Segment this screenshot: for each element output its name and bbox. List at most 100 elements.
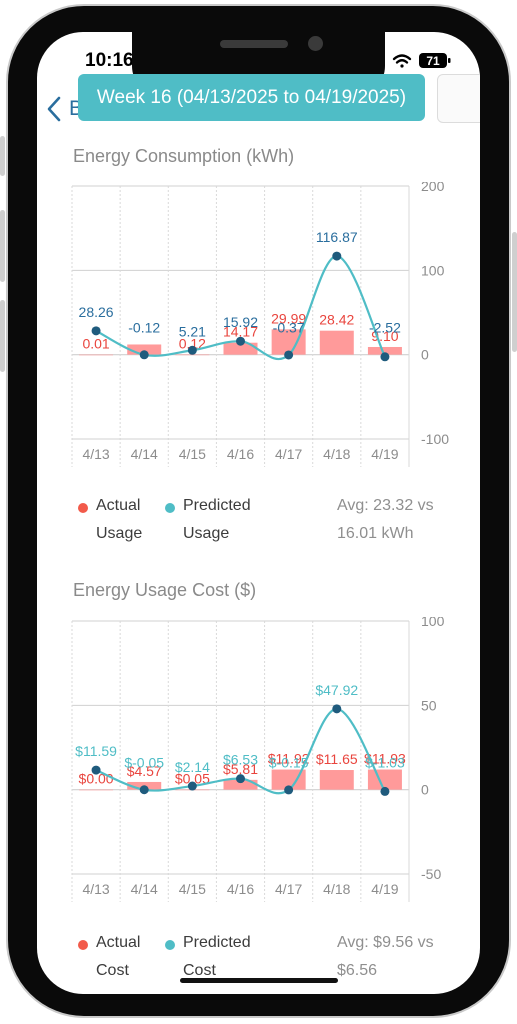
actual-legend-label: Actual Usage [96,492,142,548]
predicted-value-label: $6.53 [223,752,258,768]
x-tick-label: 4/19 [371,881,398,897]
x-tick-label: 4/17 [275,446,302,462]
power-button [512,232,517,352]
predicted-point [91,326,101,336]
cost-average: Avg: $9.56 vs $6.56 [337,929,434,985]
actual-legend-line1: Actual [96,497,141,514]
consumption-average: Avg: 23.32 vs 16.01 kWh [337,492,434,548]
cost-chart-title: Energy Usage Cost ($) [73,580,257,600]
energy-cost-chart: 100500-50$0.00 $4.57 $0.05$5.81$11.92 $11.6… [71,617,445,902]
consumption-legend: Actual Usage Predicted Usage Avg: 23.32 … [73,492,473,552]
volume-down-button [0,300,5,372]
predicted-value-label: -2.52 [369,320,401,336]
actual-value-label: 0.01 [82,336,109,352]
cost-average-line1: Avg: $9.56 vs [337,934,434,951]
x-tick-label: 4/14 [131,881,158,897]
x-tick-label: 4/18 [323,446,350,462]
actual-cost-legend-line1: Actual [96,934,141,951]
actual-bar [319,330,354,355]
actual-legend-line2: Usage [96,525,143,542]
cost-average-line2: $6.56 [337,962,378,979]
predicted-value-label: -0.37 [273,320,305,336]
predicted-value-label: 116.87 [316,229,358,245]
actual-value-label: $11.65 [316,751,358,767]
week-selector-banner[interactable]: Week 16 (04/13/2025 to 04/19/2025) [78,74,425,121]
predicted-legend-label: Predicted Usage [183,492,251,548]
predicted-value-label: $2.14 [175,759,210,775]
predicted-point [380,352,390,362]
x-tick-label: 4/15 [179,446,206,462]
y-tick-label: 100 [421,617,445,629]
predicted-point [284,350,294,360]
speaker-grille [220,40,288,48]
energy-consumption-chart: 2001000-1000.01 0.1214.1729.99 28.429.1028… [71,182,449,467]
x-tick-label: 4/16 [227,881,254,897]
next-week-tab[interactable] [437,74,480,123]
volume-up-button [0,210,5,282]
predicted-point [332,704,342,714]
predicted-value-label: $-0.05 [124,755,164,771]
actual-bar [319,770,354,790]
x-tick-label: 4/19 [371,446,398,462]
battery-level: 71 [426,54,440,68]
actual-bar [79,789,114,791]
predicted-cost-legend-line1: Predicted [183,934,251,951]
predicted-point [187,345,197,355]
predicted-point [332,251,342,261]
y-tick-label: -50 [421,866,441,882]
silent-switch [0,136,5,176]
actual-cost-legend-dot [78,940,88,950]
predicted-value-label: $11.59 [75,743,117,759]
battery-icon: 71 [419,53,451,68]
predicted-point [236,774,245,784]
predicted-point [187,781,197,791]
actual-legend-dot [78,503,88,513]
predicted-value-label: $47.92 [315,682,358,698]
y-tick-label: 0 [421,347,429,363]
x-tick-label: 4/13 [82,881,109,897]
predicted-value-label: 5.21 [179,323,206,339]
x-tick-label: 4/18 [323,881,350,897]
actual-cost-legend-label: Actual Cost [96,929,140,985]
predicted-value-label: 28.26 [79,304,114,320]
predicted-legend-line1: Predicted [183,497,251,514]
y-tick-label: 50 [421,697,437,713]
predicted-value-label: $-1.03 [365,755,405,771]
consumption-chart-title: Energy Consumption (kWh) [73,146,295,166]
x-tick-label: 4/16 [227,446,254,462]
consumption-average-line2: 16.01 kWh [337,525,414,542]
predicted-point [139,350,149,360]
predicted-point [91,765,101,775]
predicted-point [236,336,245,346]
predicted-point [139,785,149,795]
y-tick-label: -100 [421,431,449,447]
predicted-value-label: -0.12 [128,320,160,336]
chevron-left-icon [47,96,61,122]
predicted-value-label: $-0.15 [269,755,309,771]
predicted-point [380,786,390,796]
predicted-legend-dot [165,503,175,513]
predicted-cost-legend-label: Predicted Cost [183,929,251,985]
y-tick-label: 0 [421,782,429,798]
x-tick-label: 4/14 [131,446,158,462]
y-tick-label: 200 [421,182,445,194]
actual-bar [367,769,402,790]
x-tick-label: 4/15 [179,881,206,897]
actual-value-label: 28.42 [319,312,354,328]
actual-cost-legend-line2: Cost [96,962,129,979]
predicted-legend-line2: Usage [183,525,230,542]
week-label: Week 16 (04/13/2025 to 04/19/2025) [96,86,407,108]
status-time: 10:16 [85,50,134,71]
y-tick-label: 100 [421,262,445,278]
home-indicator [180,978,338,983]
actual-bar [79,354,114,356]
consumption-average-line1: Avg: 23.32 vs [337,497,434,514]
x-tick-label: 4/13 [82,446,109,462]
front-camera [308,36,323,51]
phone-frame: 10:16 71 Week 16 (04/13/2025 to 04/19/20… [0,0,517,1024]
x-tick-label: 4/17 [275,881,302,897]
wifi-icon [392,54,412,68]
predicted-cost-legend-dot [165,940,175,950]
predicted-value-label: 15.92 [223,314,258,330]
predicted-point [284,785,294,795]
